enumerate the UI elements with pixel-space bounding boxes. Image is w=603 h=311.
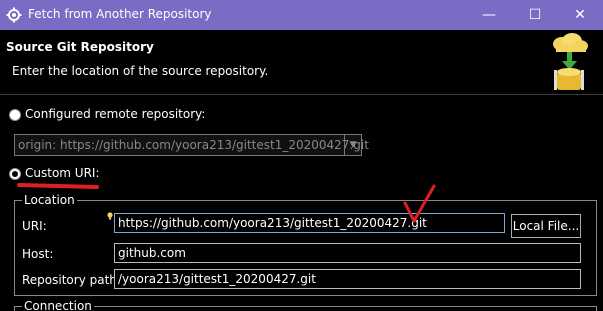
custom-uri-label: Custom URI: — [25, 166, 100, 180]
lightbulb-icon — [107, 212, 113, 220]
repository-path-label: Repository path: — [22, 273, 121, 287]
local-file-button[interactable]: Local File... — [511, 214, 581, 238]
gear-icon — [6, 7, 22, 23]
repository-path-input[interactable]: /yoora213/gittest1_20200427.git — [114, 269, 581, 289]
configured-remote-label: Configured remote repository: — [25, 107, 206, 121]
configured-remote-radio[interactable] — [9, 109, 21, 121]
location-legend: Location — [22, 193, 77, 207]
remote-repository-select[interactable]: origin: https://github.com/yoora213/gitt… — [14, 134, 369, 156]
connection-group — [14, 306, 597, 311]
window-title: Fetch from Another Repository — [28, 7, 212, 21]
page-description: Enter the location of the source reposit… — [12, 64, 269, 78]
cloud-download-icon — [553, 33, 588, 90]
maximize-button[interactable]: ☐ — [512, 0, 558, 30]
uri-input[interactable]: https://github.com/yoora213/gittest1_202… — [114, 213, 505, 233]
page-title: Source Git Repository — [6, 40, 154, 54]
chevron-down-icon: ▼ — [344, 135, 361, 155]
wizard-header: Source Git Repository Enter the location… — [0, 30, 603, 94]
custom-uri-radio[interactable] — [9, 168, 21, 180]
host-label: Host: — [22, 247, 54, 261]
title-bar: Fetch from Another Repository — ☐ ✕ — [0, 0, 603, 30]
annotation-checkmark — [403, 184, 436, 223]
remote-repository-value: origin: https://github.com/yoora213/gitt… — [18, 138, 369, 152]
minimize-button[interactable]: — — [466, 0, 512, 30]
annotation-underline — [16, 182, 100, 190]
host-input[interactable]: github.com — [114, 243, 581, 263]
close-button[interactable]: ✕ — [557, 0, 603, 30]
connection-legend: Connection — [22, 299, 94, 311]
uri-label: URI: — [22, 219, 47, 233]
header-divider — [0, 94, 603, 95]
